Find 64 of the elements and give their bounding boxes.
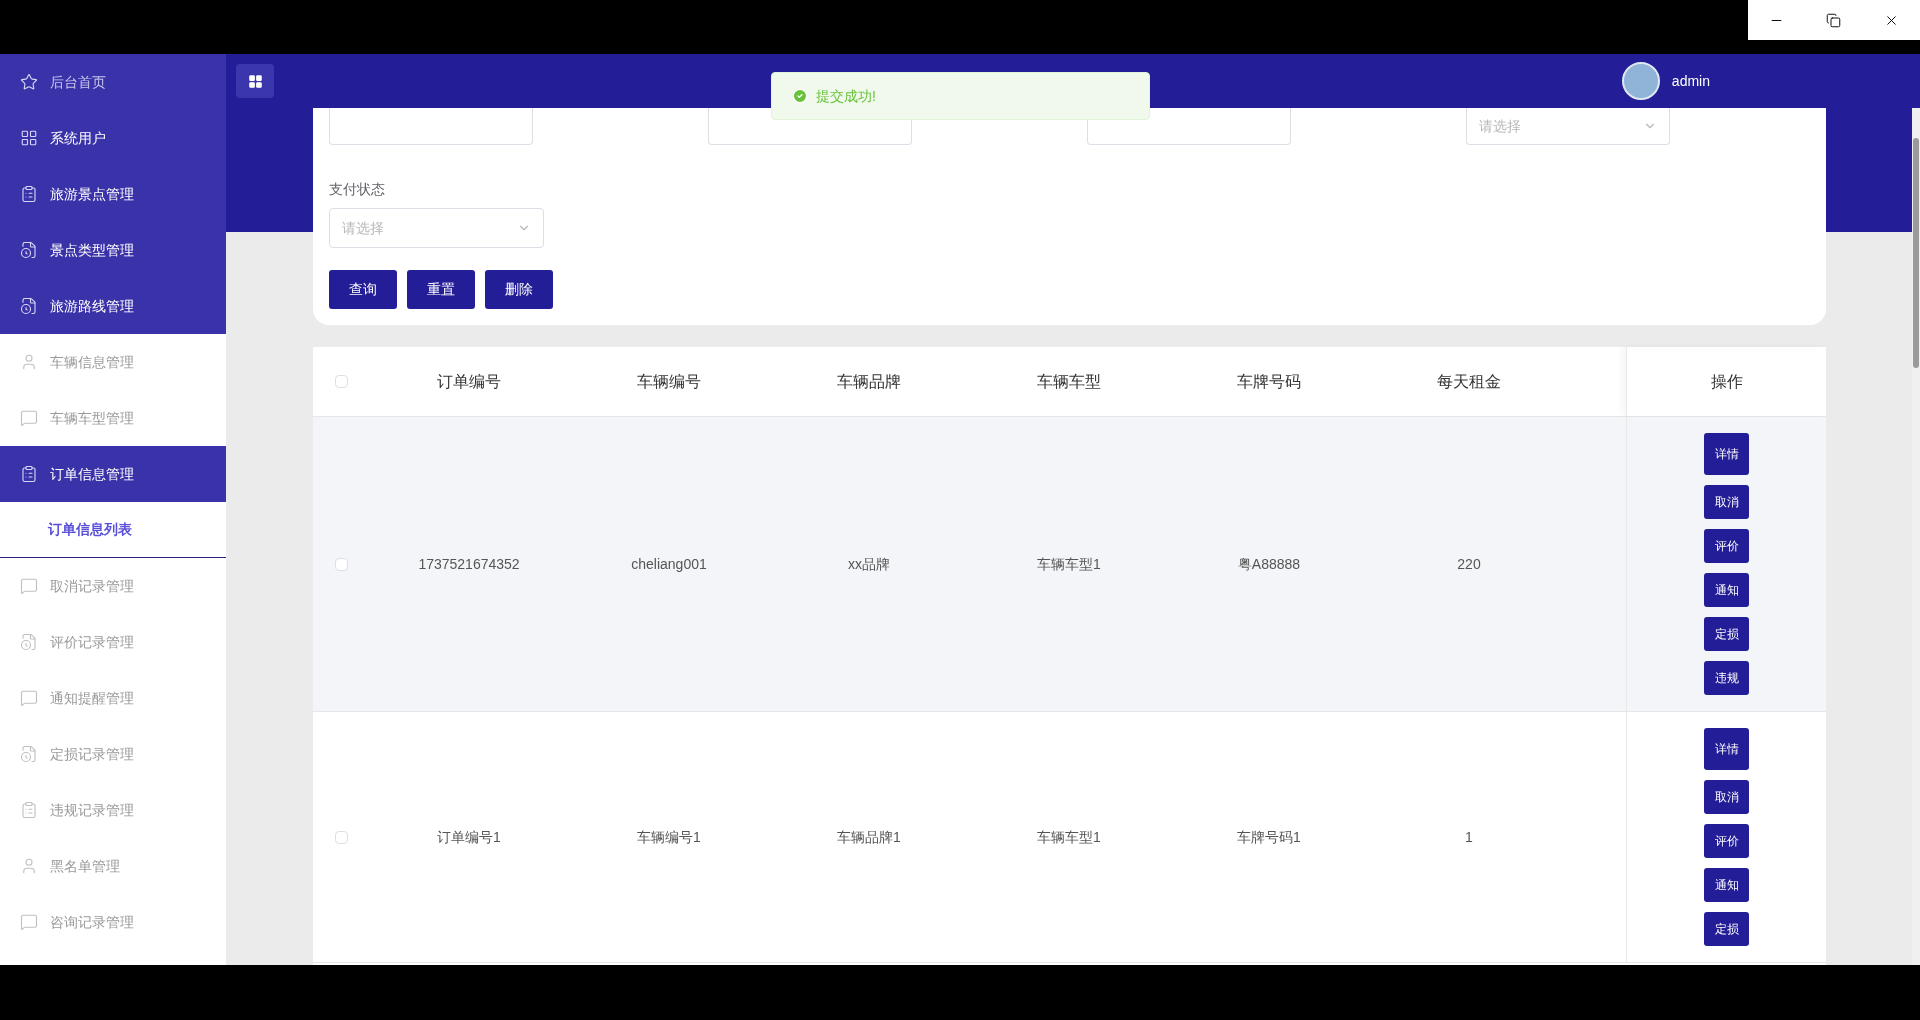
action-button[interactable]: 重置 xyxy=(407,270,475,309)
table-cell-text: 订单编号1 xyxy=(437,827,501,847)
action-button[interactable]: 取消 xyxy=(1704,780,1749,814)
chat-bubble-icon xyxy=(20,409,38,427)
table-cell-text: 车辆车型1 xyxy=(1037,827,1101,847)
action-button[interactable]: 详情 xyxy=(1704,728,1749,770)
action-button[interactable]: 违规 xyxy=(1704,661,1749,695)
document-icon xyxy=(20,297,38,315)
sidebar-item[interactable]: 旅游路线管理 xyxy=(0,278,226,334)
table-cell-text: 220 xyxy=(1457,554,1481,574)
action-button[interactable]: 定损 xyxy=(1704,617,1749,651)
table-cell-text: 车牌号码1 xyxy=(1237,827,1301,847)
column-header: 订单编号 xyxy=(437,371,501,392)
action-button[interactable]: 查询 xyxy=(329,270,397,309)
chat-bubble-icon xyxy=(20,913,38,931)
column-header: 车牌号码 xyxy=(1237,371,1301,392)
sidebar-item[interactable]: 景点类型管理 xyxy=(0,222,226,278)
column-header: 每天租金 xyxy=(1437,371,1501,392)
sidebar-item[interactable]: 订单信息管理 xyxy=(0,446,226,502)
checkbox[interactable] xyxy=(334,830,348,844)
field-label: 支付状态 xyxy=(329,180,386,199)
clipboard-icon xyxy=(20,465,38,483)
grid-icon xyxy=(20,129,38,147)
toast-message: 提交成功! xyxy=(816,86,876,106)
table-cell-text: 车辆编号1 xyxy=(637,827,701,847)
menu-toggle-button[interactable] xyxy=(236,64,274,98)
checkbox[interactable] xyxy=(334,557,348,571)
action-button[interactable]: 评价 xyxy=(1704,824,1749,858)
column-header: 车辆品牌 xyxy=(837,371,901,392)
username[interactable]: admin xyxy=(1671,70,1710,92)
table-cell-text: 车辆品牌1 xyxy=(837,827,901,847)
column-header: 车辆车型 xyxy=(1037,371,1101,392)
sidebar-item[interactable]: 后台首页 xyxy=(0,54,226,110)
column-header: 操作 xyxy=(1710,371,1743,392)
document-icon xyxy=(20,633,38,651)
table-cell-text: 1737521674352 xyxy=(418,554,520,574)
grid-icon xyxy=(247,73,263,89)
clipboard-icon xyxy=(20,801,38,819)
column-header: 车辆编号 xyxy=(637,371,701,392)
sidebar-item[interactable]: 旅游景点管理 xyxy=(0,166,226,222)
table-cell-text: xx品牌 xyxy=(848,554,890,574)
action-button[interactable]: 取消 xyxy=(1704,485,1749,519)
document-icon xyxy=(20,241,38,259)
action-button[interactable]: 通知 xyxy=(1704,573,1749,607)
action-button[interactable]: 评价 xyxy=(1704,529,1749,563)
document-icon xyxy=(20,745,38,763)
action-button[interactable]: 详情 xyxy=(1704,433,1749,475)
sidebar-item[interactable]: 系统用户 xyxy=(0,110,226,166)
action-button[interactable]: 定损 xyxy=(1704,912,1749,946)
checkbox[interactable] xyxy=(334,375,348,388)
user-icon xyxy=(20,353,38,371)
action-button[interactable]: 通知 xyxy=(1704,868,1749,902)
check-circle-icon xyxy=(792,88,808,104)
clipboard-icon xyxy=(20,185,38,203)
table-cell-text: cheliang001 xyxy=(631,554,707,574)
action-button[interactable]: 删除 xyxy=(485,270,553,309)
table-cell-text: 车辆车型1 xyxy=(1037,554,1101,574)
table-cell-text: 粤A88888 xyxy=(1237,554,1301,574)
chat-bubble-icon xyxy=(20,577,38,595)
input-field[interactable] xyxy=(329,108,533,145)
table-cell-text: 1 xyxy=(1465,827,1473,847)
star-icon xyxy=(20,73,38,91)
user-icon xyxy=(20,857,38,875)
chat-bubble-icon xyxy=(20,689,38,707)
